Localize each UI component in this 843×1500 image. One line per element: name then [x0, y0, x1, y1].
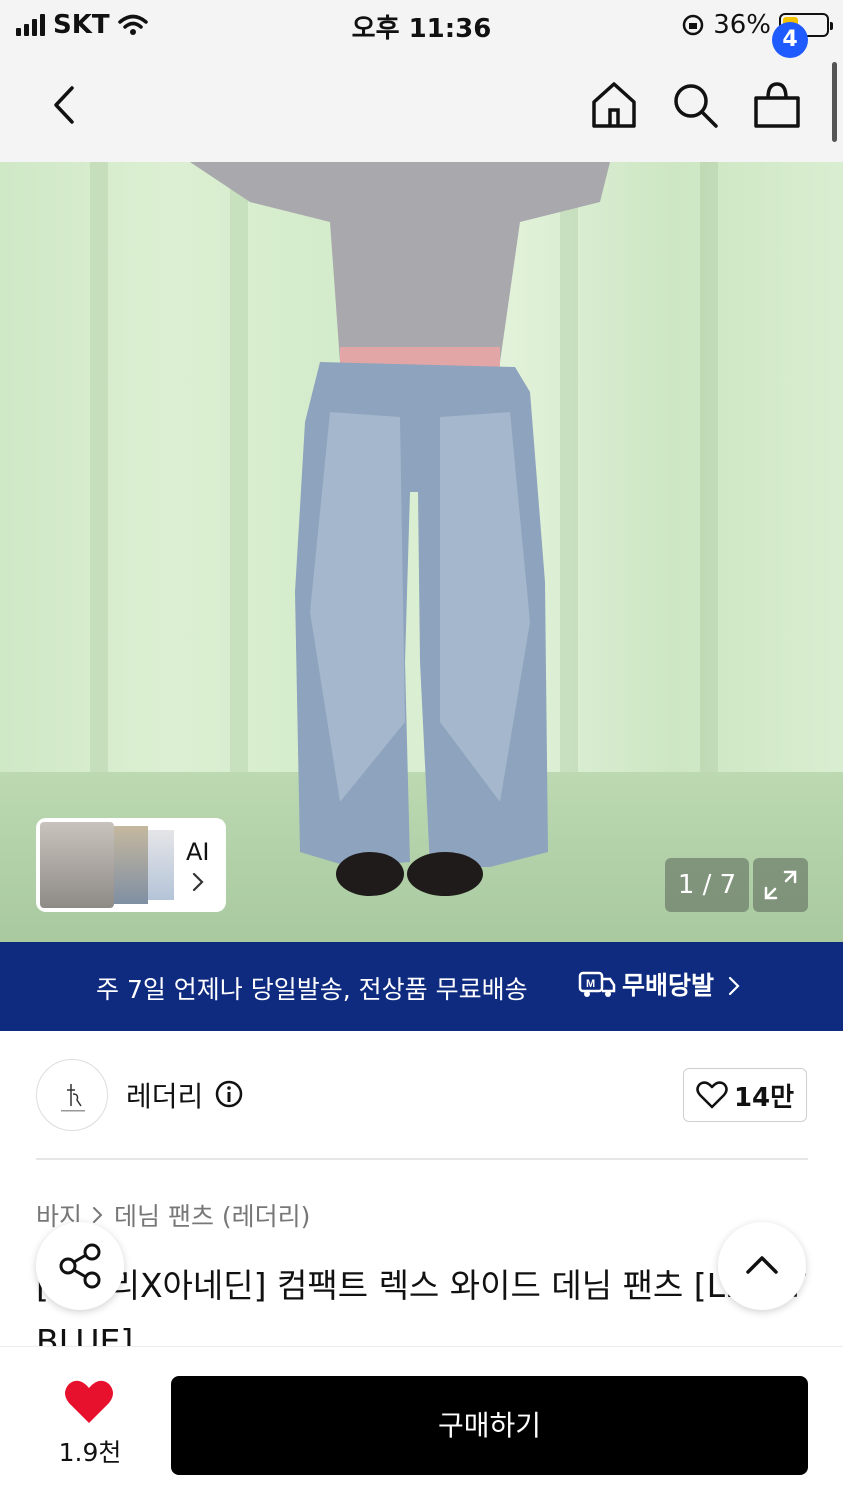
thumbnail-image-3 — [148, 830, 174, 900]
chevron-right-icon — [192, 872, 204, 892]
thumbnail-image-2 — [114, 826, 148, 904]
ai-similar-thumbnail-card[interactable]: AI — [36, 818, 226, 912]
svg-text:M: M — [586, 978, 595, 990]
breadcrumb-subcategory[interactable]: 데님 팬츠 (레더리) — [114, 1197, 310, 1233]
cart-icon[interactable] — [750, 80, 804, 130]
image-pager: 1 / 7 — [665, 858, 749, 912]
promo-brand-label: 무배당발 — [622, 971, 715, 1000]
product-like-count: 1.9천 — [58, 1438, 122, 1467]
brand-logo-mark — [61, 1084, 85, 1112]
orientation-lock-icon — [682, 14, 704, 36]
scroll-top-button[interactable] — [718, 1222, 806, 1310]
heart-outline-icon — [696, 1081, 728, 1109]
ai-label: AI — [186, 838, 210, 866]
chevron-up-icon — [746, 1256, 778, 1274]
promo-text: 주 7일 언제나 당일발송, 전상품 무료배송 — [96, 975, 528, 1004]
brand-like-count: 14만 — [733, 1082, 795, 1113]
scroll-indicator — [832, 62, 837, 142]
bottom-bar: 1.9천 구매하기 — [0, 1346, 843, 1500]
brand-like-button[interactable]: 14만 — [683, 1068, 807, 1122]
thumbnail-image-1 — [40, 822, 114, 908]
promo-banner[interactable]: 주 7일 언제나 당일발송, 전상품 무료배송 M 무배당발 — [0, 942, 843, 1031]
back-icon[interactable] — [44, 80, 88, 130]
share-button[interactable] — [36, 1222, 124, 1310]
share-icon — [59, 1243, 101, 1289]
brand-name[interactable]: 레더리 — [126, 1075, 203, 1115]
home-icon[interactable] — [588, 80, 640, 130]
search-icon[interactable] — [670, 80, 720, 130]
battery-percent: 36% — [713, 10, 771, 40]
divider — [36, 1158, 808, 1160]
buy-button[interactable]: 구매하기 — [171, 1376, 808, 1475]
status-bar: SKT 오후 11:36 36% — [0, 0, 843, 50]
top-nav — [0, 50, 843, 162]
cart-count-badge: 4 — [772, 22, 808, 58]
info-icon[interactable] — [214, 1079, 244, 1109]
delivery-truck-icon: M — [578, 971, 616, 997]
expand-icon — [764, 870, 797, 900]
brand-logo[interactable] — [36, 1059, 108, 1131]
promo-brand: M 무배당발 — [578, 966, 714, 1002]
expand-button[interactable] — [753, 858, 808, 912]
brand-row: 레더리 14만 — [0, 1031, 843, 1159]
heart-filled-icon[interactable] — [64, 1379, 114, 1425]
chevron-right-icon — [728, 976, 740, 996]
